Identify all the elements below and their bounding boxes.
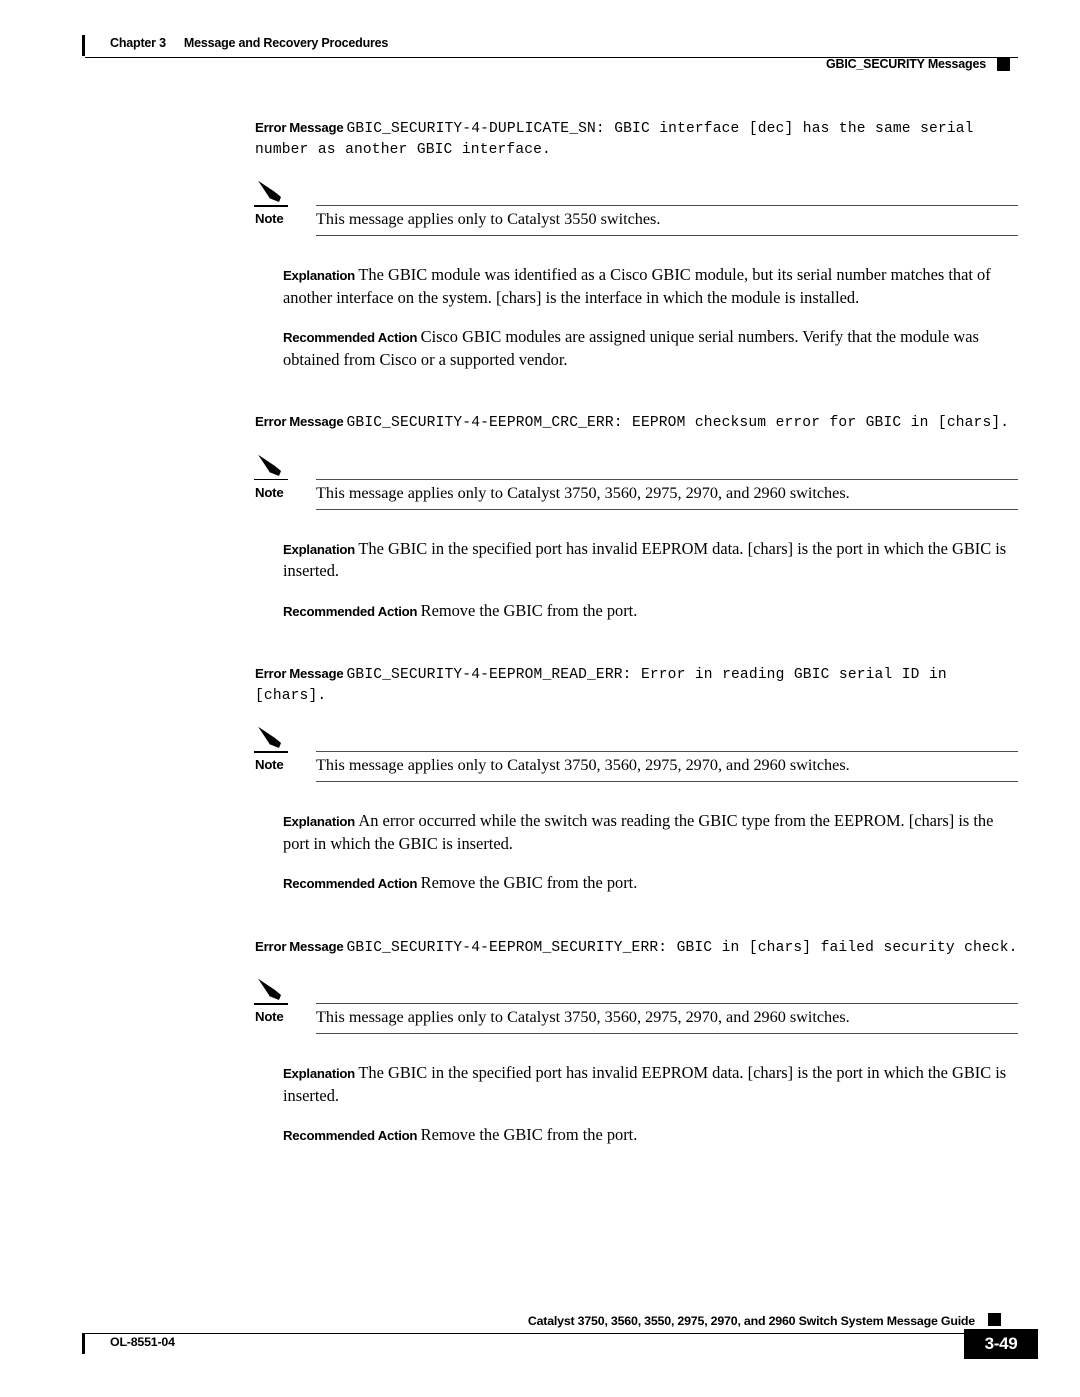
recommended-action-paragraph: Recommended Action Remove the GBIC from t… <box>0 1124 1080 1147</box>
note-rule-bottom <box>316 781 1018 782</box>
note-rule-top <box>316 478 1018 480</box>
message-block: Error Message GBIC_SECURITY-4-DUPLICATE_S… <box>0 118 1080 370</box>
note-rule-top <box>316 751 1018 752</box>
explanation-paragraph: Explanation The GBIC module was identifie… <box>0 264 1080 308</box>
footer-rule <box>85 1333 1018 1334</box>
header-chapter-title: Message and Recovery Procedures <box>183 36 389 50</box>
note-icon-underline <box>254 751 288 753</box>
note-text: This message applies only to Catalyst 37… <box>316 1008 850 1026</box>
note-rule-top <box>316 1003 1018 1004</box>
note-rule-top <box>316 205 1018 206</box>
recommended-action-text: Remove the GBIC from the port. <box>420 873 638 892</box>
explanation-paragraph: Explanation An error occurred while the s… <box>0 810 1080 854</box>
note-block: Note This message applies only to Cataly… <box>0 724 1080 786</box>
error-message-text: GBIC_SECURITY-4-EEPROM_READ_ERR: Error i… <box>255 667 947 704</box>
explanation-paragraph: Explanation The GBIC in the specified por… <box>0 1062 1080 1106</box>
note-block: Note This message applies only to Cataly… <box>0 976 1080 1038</box>
page-footer: Catalyst 3750, 3560, 3550, 2975, 2970, a… <box>0 1302 1080 1397</box>
recommended-action-text: Remove the GBIC from the port. <box>420 1125 638 1144</box>
footer-square-marker <box>988 1313 1001 1326</box>
message-block: Error Message GBIC_SECURITY-4-EEPROM_CRC_… <box>0 412 1080 622</box>
pencil-icon <box>255 976 289 1006</box>
recommended-action-paragraph: Recommended Action Remove the GBIC from t… <box>0 600 1080 623</box>
note-block: Note This message applies only to Cataly… <box>0 452 1080 514</box>
recommended-action-label: Recommended Action <box>283 330 418 345</box>
document-page: Chapter 3 Message and Recovery Procedures… <box>0 0 1080 1397</box>
message-block: Error Message GBIC_SECURITY-4-EEPROM_READ… <box>0 664 1080 895</box>
header-square-marker <box>997 58 1010 71</box>
note-text: This message applies only to Catalyst 37… <box>316 756 850 774</box>
error-message-label: Error Message <box>255 666 344 681</box>
error-message-text: GBIC_SECURITY-4-DUPLICATE_SN: GBIC inter… <box>255 121 974 158</box>
note-label: Note <box>255 484 284 500</box>
recommended-action-paragraph: Recommended Action Remove the GBIC from t… <box>0 872 1080 895</box>
page-header: Chapter 3 Message and Recovery Procedures… <box>0 0 1080 90</box>
recommended-action-label: Recommended Action <box>283 603 418 619</box>
explanation-text: The GBIC module was identified as a Cisc… <box>283 265 991 307</box>
error-message-label: Error Message <box>255 938 344 954</box>
note-icon-underline <box>254 1003 288 1005</box>
pencil-icon <box>255 178 289 208</box>
error-message-label: Error Message <box>255 120 344 135</box>
explanation-paragraph: Explanation The GBIC in the specified por… <box>0 538 1080 582</box>
note-rule-bottom <box>316 1033 1018 1034</box>
explanation-label: Explanation <box>283 541 355 557</box>
error-message-paragraph: Error Message GBIC_SECURITY-4-EEPROM_READ… <box>0 664 1080 706</box>
note-text: This message applies only to Catalyst 37… <box>316 483 850 502</box>
error-message-label: Error Message <box>255 414 344 429</box>
footer-left-tick <box>82 1333 85 1354</box>
note-block: Note This message applies only to Cataly… <box>0 178 1080 240</box>
page-number-badge: 3-49 <box>964 1329 1038 1359</box>
page-content: Error Message GBIC_SECURITY-4-DUPLICATE_S… <box>0 118 1080 1147</box>
explanation-label: Explanation <box>283 1066 355 1081</box>
recommended-action-paragraph: Recommended Action Cisco GBIC modules are… <box>0 326 1080 370</box>
explanation-text: The GBIC in the specified port has inval… <box>283 1063 1007 1105</box>
note-label: Note <box>255 1009 284 1024</box>
header-chapter-breadcrumb: Chapter 3 Message and Recovery Procedures <box>110 36 388 50</box>
note-icon-underline <box>254 205 288 207</box>
pencil-icon <box>255 724 289 754</box>
error-message-paragraph: Error Message GBIC_SECURITY-4-EEPROM_CRC_… <box>0 412 1080 434</box>
footer-guide-title: Catalyst 3750, 3560, 3550, 2975, 2970, a… <box>527 1314 975 1328</box>
error-message-text: GBIC_SECURITY-4-EEPROM_CRC_ERR: EEPROM c… <box>346 415 1010 431</box>
pencil-icon <box>255 452 289 482</box>
note-label: Note <box>255 211 284 226</box>
explanation-text: The GBIC in the specified port has inval… <box>283 538 1007 581</box>
note-text: This message applies only to Catalyst 35… <box>316 210 661 228</box>
note-label: Note <box>255 757 284 772</box>
error-message-paragraph: Error Message GBIC_SECURITY-4-DUPLICATE_S… <box>0 118 1080 160</box>
recommended-action-text: Remove the GBIC from the port. <box>420 600 638 620</box>
header-left-tick <box>82 35 85 56</box>
error-message-paragraph: Error Message GBIC_SECURITY-4-EEPROM_SECU… <box>0 937 1080 959</box>
note-rule-bottom <box>316 235 1018 236</box>
explanation-label: Explanation <box>283 268 355 283</box>
header-section-title: GBIC_SECURITY Messages <box>825 57 986 71</box>
error-message-text: GBIC_SECURITY-4-EEPROM_SECURITY_ERR: GBI… <box>346 939 1018 956</box>
header-chapter-label: Chapter 3 <box>110 36 166 50</box>
note-icon-underline <box>254 478 288 480</box>
note-rule-bottom <box>316 508 1018 510</box>
recommended-action-label: Recommended Action <box>283 1128 418 1143</box>
message-block: Error Message GBIC_SECURITY-4-EEPROM_SECU… <box>0 937 1080 1147</box>
explanation-label: Explanation <box>283 814 355 829</box>
explanation-text: An error occurred while the switch was r… <box>283 811 994 853</box>
footer-document-id: OL-8551-04 <box>110 1335 175 1349</box>
recommended-action-label: Recommended Action <box>283 876 418 891</box>
